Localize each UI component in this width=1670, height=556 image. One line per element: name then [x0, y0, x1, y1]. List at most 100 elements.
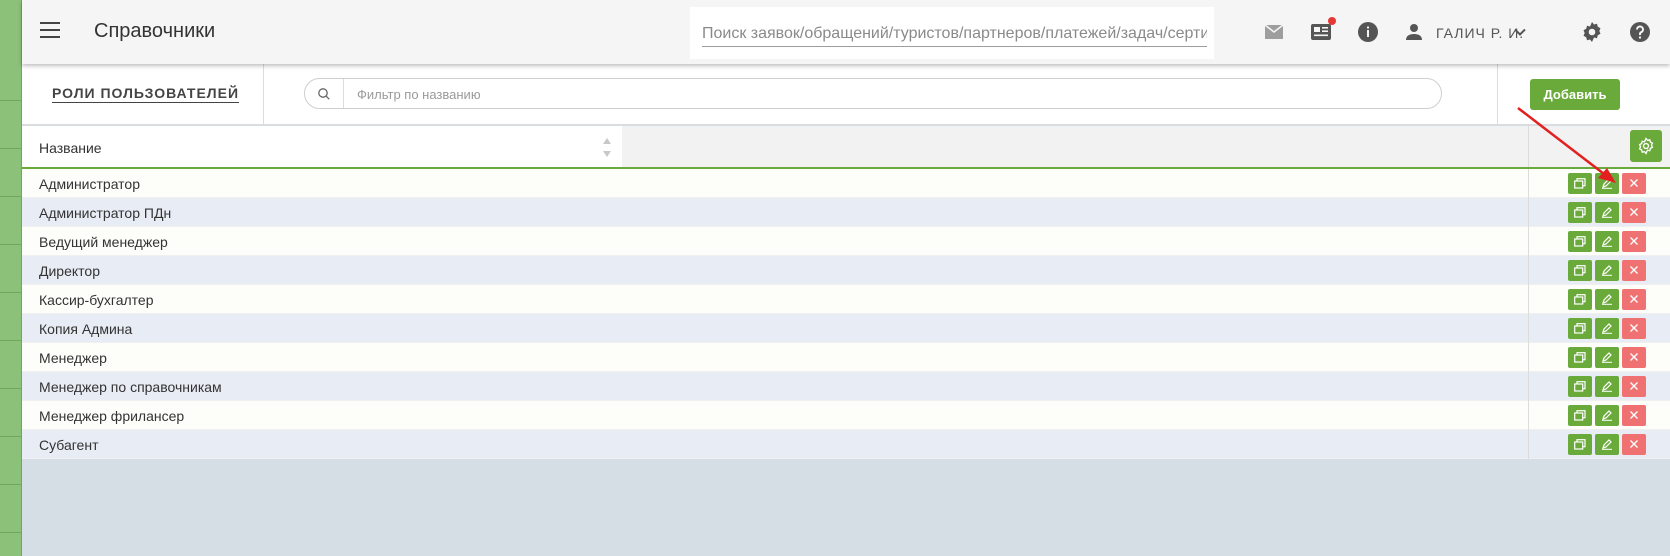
- tab-user-roles-label: РОЛИ ПОЛЬЗОВАТЕЛЕЙ: [52, 85, 240, 101]
- delete-button[interactable]: [1622, 376, 1646, 397]
- role-name: Администратор: [39, 176, 141, 192]
- edit-button[interactable]: [1595, 405, 1619, 426]
- copy-button[interactable]: [1568, 202, 1592, 223]
- top-bar: Справочники ГАЛИЧ Р. И.: [22, 0, 1670, 64]
- table-row[interactable]: Кассир-бухгалтер: [22, 285, 1670, 314]
- tab-user-roles[interactable]: РОЛИ ПОЛЬЗОВАТЕЛЕЙ: [22, 64, 264, 125]
- table-settings-button[interactable]: [1630, 130, 1662, 162]
- edit-button[interactable]: [1595, 289, 1619, 310]
- actions-divider: [1528, 126, 1529, 167]
- table-row[interactable]: Менеджер по справочникам: [22, 372, 1670, 401]
- menu-icon[interactable]: [40, 22, 60, 40]
- role-name: Менеджер по справочникам: [39, 379, 222, 395]
- table-row[interactable]: Субагент: [22, 430, 1670, 459]
- table-body: Администратор Администратор ПДн Ведущий ме…: [22, 169, 1670, 459]
- settings-icon: [1638, 137, 1654, 155]
- user-icon[interactable]: [1402, 20, 1426, 44]
- copy-button[interactable]: [1568, 405, 1592, 426]
- copy-button[interactable]: [1568, 231, 1592, 252]
- filter-input[interactable]: [357, 84, 1427, 104]
- table-row[interactable]: Менеджер: [22, 343, 1670, 372]
- delete-button[interactable]: [1622, 405, 1646, 426]
- section-divider: [1497, 64, 1498, 125]
- copy-button[interactable]: [1568, 376, 1592, 397]
- edit-button[interactable]: [1595, 173, 1619, 194]
- delete-button[interactable]: [1622, 231, 1646, 252]
- table-header: Название: [22, 126, 1670, 169]
- global-search: [690, 7, 1214, 59]
- delete-button[interactable]: [1622, 434, 1646, 455]
- edit-button[interactable]: [1595, 376, 1619, 397]
- news-icon[interactable]: [1309, 17, 1336, 44]
- strip-divider: [0, 196, 22, 197]
- copy-button[interactable]: [1568, 347, 1592, 368]
- actions-divider: [1528, 256, 1529, 285]
- strip-divider: [0, 244, 22, 245]
- edit-button[interactable]: [1595, 231, 1619, 252]
- table-row[interactable]: Копия Админа: [22, 314, 1670, 343]
- delete-button[interactable]: [1622, 347, 1646, 368]
- actions-divider: [1528, 372, 1529, 401]
- edit-button[interactable]: [1595, 260, 1619, 281]
- chevron-down-icon[interactable]: [1512, 24, 1528, 40]
- actions-divider: [1528, 314, 1529, 343]
- table-row[interactable]: Администратор: [22, 169, 1670, 198]
- role-name: Менеджер фрилансер: [39, 408, 185, 424]
- strip-divider: [0, 100, 22, 101]
- info-icon[interactable]: [1356, 20, 1380, 44]
- edit-button[interactable]: [1595, 347, 1619, 368]
- strip-divider: [0, 484, 22, 485]
- left-sidebar-strip: [0, 0, 22, 556]
- copy-button[interactable]: [1568, 289, 1592, 310]
- search-icon: [317, 87, 331, 101]
- table-row[interactable]: Администратор ПДн: [22, 198, 1670, 227]
- actions-divider: [1528, 198, 1529, 227]
- delete-button[interactable]: [1622, 260, 1646, 281]
- actions-divider: [1528, 343, 1529, 372]
- help-icon[interactable]: [1628, 20, 1652, 44]
- page-title: Справочники: [94, 20, 216, 42]
- actions-divider: [1528, 169, 1529, 198]
- roles-table: Название Администратор Администратор ПДн В…: [22, 126, 1670, 459]
- role-name: Копия Админа: [39, 321, 133, 337]
- edit-button[interactable]: [1595, 318, 1619, 339]
- strip-divider: [0, 388, 22, 389]
- delete-button[interactable]: [1622, 173, 1646, 194]
- column-header-name[interactable]: Название: [22, 126, 622, 167]
- filter-divider: [343, 79, 344, 108]
- strip-divider: [0, 148, 22, 149]
- delete-button[interactable]: [1622, 318, 1646, 339]
- table-row[interactable]: Директор: [22, 256, 1670, 285]
- gear-icon[interactable]: [1580, 20, 1604, 44]
- delete-button[interactable]: [1622, 289, 1646, 310]
- edit-button[interactable]: [1595, 202, 1619, 223]
- table-row[interactable]: Менеджер фрилансер: [22, 401, 1670, 430]
- delete-button[interactable]: [1622, 202, 1646, 223]
- role-name: Субагент: [39, 437, 99, 453]
- copy-button[interactable]: [1568, 260, 1592, 281]
- strip-divider: [0, 436, 22, 437]
- strip-divider: [0, 532, 22, 533]
- role-name: Директор: [39, 263, 100, 279]
- copy-button[interactable]: [1568, 434, 1592, 455]
- role-name: Менеджер: [39, 350, 107, 366]
- actions-divider: [1528, 227, 1529, 256]
- table-row[interactable]: Ведущий менеджер: [22, 227, 1670, 256]
- sort-icon[interactable]: [602, 136, 612, 160]
- role-name: Кассир-бухгалтер: [39, 292, 154, 308]
- global-search-input[interactable]: [702, 21, 1207, 47]
- role-name: Ведущий менеджер: [39, 234, 168, 250]
- filter-box: [304, 78, 1442, 109]
- actions-divider: [1528, 401, 1529, 430]
- section-header: РОЛИ ПОЛЬЗОВАТЕЛЕЙ Добавить: [22, 64, 1670, 125]
- column-header-name-label: Название: [39, 140, 102, 156]
- mail-icon[interactable]: [1262, 20, 1286, 44]
- strip-divider: [0, 292, 22, 293]
- add-button[interactable]: Добавить: [1530, 79, 1620, 110]
- user-name[interactable]: ГАЛИЧ Р. И.: [1436, 25, 1524, 41]
- copy-button[interactable]: [1568, 173, 1592, 194]
- strip-divider: [0, 340, 22, 341]
- edit-button[interactable]: [1595, 434, 1619, 455]
- copy-button[interactable]: [1568, 318, 1592, 339]
- actions-divider: [1528, 430, 1529, 459]
